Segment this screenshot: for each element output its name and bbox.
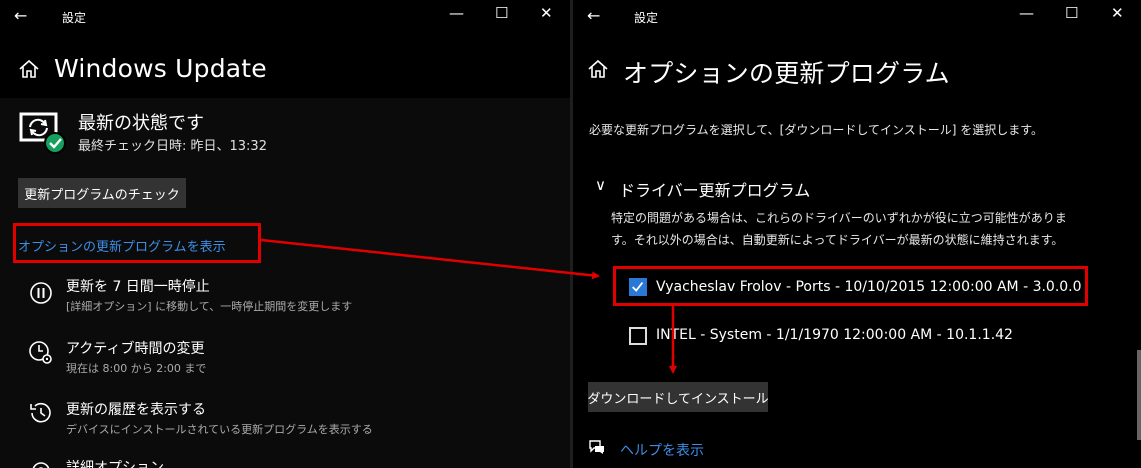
check-updates-button[interactable]: 更新プログラムのチェック [18, 178, 186, 208]
back-arrow-icon[interactable]: ← [587, 6, 600, 25]
history-icon [30, 402, 51, 423]
highlight-box-link [13, 223, 261, 263]
page-title: Windows Update [54, 54, 267, 83]
close-button[interactable]: ✕ [540, 4, 553, 22]
home-icon[interactable] [587, 58, 609, 80]
maximize-button[interactable]: ☐ [495, 4, 508, 22]
update-history-link[interactable]: 更新の履歴を表示する [66, 399, 206, 419]
instruction-text: 必要な更新プログラムを選択して、[ダウンロードしてインストール] を選択します。 [589, 123, 1044, 137]
pause-updates-link[interactable]: 更新を 7 日間一時停止 [66, 276, 210, 296]
driver-checkbox-intel[interactable] [629, 327, 647, 345]
pause-updates-description: [詳細オプション] に移動して、一時停止期間を変更します [66, 300, 353, 313]
active-hours-link[interactable]: アクティブ時間の変更 [66, 338, 204, 358]
driver-label-intel[interactable]: INTEL - System - 1/1/1970 12:00:00 AM - … [656, 327, 1013, 343]
help-link[interactable]: ヘルプを表示 [620, 440, 704, 460]
update-status-icon [19, 112, 66, 154]
home-icon[interactable] [18, 58, 40, 80]
back-arrow-icon[interactable]: ← [14, 6, 27, 25]
optional-updates-window: ← 設定 — ☐ ✕ オプションの更新プログラム 必要な更新プログラムを選択して… [573, 0, 1141, 468]
windows-update-window: ← 設定 — ☐ ✕ Windows Update 最新の状態です 最終チェック… [0, 0, 570, 468]
page-title: オプションの更新プログラム [623, 59, 950, 88]
advanced-options-link[interactable]: 詳細オプション [66, 457, 164, 468]
close-button[interactable]: ✕ [1111, 4, 1124, 22]
last-check-text: 最終チェック日時: 昨日、13:32 [78, 139, 267, 154]
active-hours-description: 現在は 8:00 から 2:00 まで [66, 362, 207, 375]
clock-gear-icon [29, 341, 52, 364]
window-title: 設定 [62, 11, 87, 25]
page-header: Windows Update [0, 44, 570, 96]
minimize-button[interactable]: — [449, 4, 464, 22]
download-install-button[interactable]: ダウンロードしてインストール [587, 382, 769, 412]
window-title: 設定 [634, 11, 659, 25]
driver-description-line1: 特定の問題がある場合は、これらのドライバーのいずれかが役に立つ可能性がありま [611, 211, 1067, 225]
driver-description-line2: す。それ以外の場合は、自動更新によってドライバーが最新の状態に維持されます。 [611, 233, 1064, 247]
gear-icon [32, 462, 50, 468]
driver-checkbox-frolov[interactable] [629, 278, 647, 296]
pause-icon [30, 282, 52, 304]
maximize-button[interactable]: ☐ [1065, 4, 1078, 22]
status-title: 最新の状態です [78, 113, 204, 134]
driver-label-frolov[interactable]: Vyacheslav Frolov - Ports - 10/10/2015 1… [656, 279, 1082, 295]
title-bar: ← 設定 — ☐ ✕ [0, 0, 570, 34]
title-bar: ← 設定 — ☐ ✕ [573, 0, 1141, 34]
chevron-down-icon[interactable]: ∨ [595, 176, 606, 194]
checkmark-icon [632, 282, 644, 292]
help-icon [589, 440, 604, 454]
page-header: オプションの更新プログラム [573, 44, 1141, 96]
update-history-description: デバイスにインストールされている更新プログラムを表示する [66, 423, 373, 436]
scrollbar[interactable] [1137, 350, 1141, 440]
minimize-button[interactable]: — [1019, 4, 1034, 22]
driver-updates-heading[interactable]: ドライバー更新プログラム [619, 177, 810, 201]
